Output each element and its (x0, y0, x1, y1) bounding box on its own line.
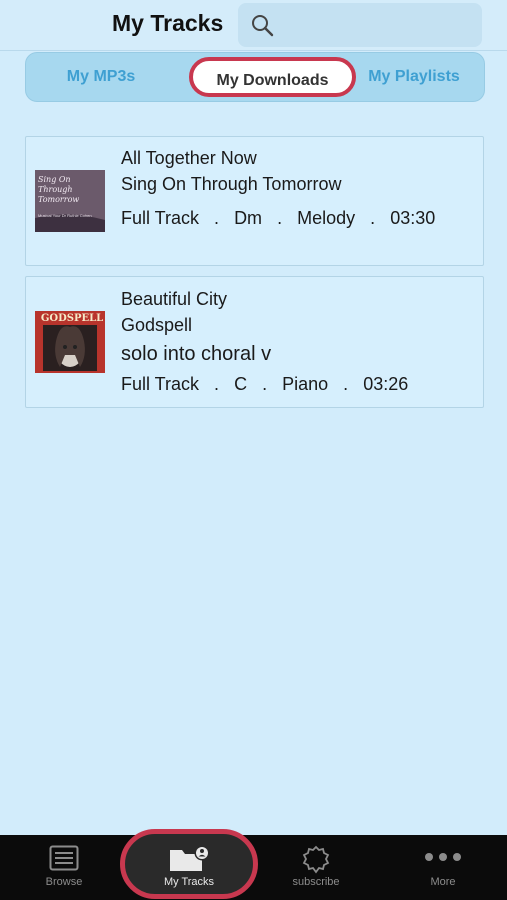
track-instrument: Piano (282, 374, 329, 394)
tab-my-playlists[interactable]: My Playlists (344, 53, 484, 101)
track-duration: 03:26 (363, 374, 409, 394)
meta-separator: . (370, 208, 376, 228)
track-meta: Full Track . C . Piano . 03:26 (121, 374, 408, 395)
track-meta: Full Track . Dm . Melody . 03:30 (121, 208, 435, 229)
meta-separator: . (343, 374, 349, 394)
meta-separator: . (262, 374, 268, 394)
tab-more[interactable]: More (380, 835, 506, 900)
album-art-subtitle: Musical Your Dr Ruthie Cohen (38, 213, 92, 218)
track-type: Full Track (121, 374, 200, 394)
track-key: Dm (234, 208, 263, 228)
more-dots-icon (425, 853, 461, 861)
album-art-title: Sing On Through Tomorrow (38, 175, 80, 204)
track-album: Sing On Through Tomorrow (121, 174, 342, 194)
browse-icon (49, 845, 79, 871)
tab-label: My Tracks (163, 876, 215, 888)
album-art-title: GODSPELL (40, 313, 104, 324)
meta-separator: . (277, 208, 283, 228)
search-button[interactable] (238, 3, 482, 47)
track-note: solo into choral v (121, 343, 272, 365)
tab-label: Browse (45, 876, 83, 888)
subscribe-badge-icon (302, 845, 330, 874)
tab-subscribe[interactable]: subscribe (253, 835, 379, 900)
meta-separator: . (214, 374, 220, 394)
header: My Tracks (0, 0, 507, 51)
meta-separator: . (214, 208, 220, 228)
track-duration: 03:30 (390, 208, 436, 228)
tab-my-tracks[interactable]: My Tracks (126, 835, 252, 900)
page-title: My Tracks (112, 10, 224, 36)
track-title: All Together Now (121, 148, 257, 168)
track-album: Godspell (121, 315, 193, 335)
track-key: C (234, 374, 248, 394)
track-title: Beautiful City (121, 289, 228, 309)
tab-browse[interactable]: Browse (1, 835, 127, 900)
folder-user-icon (170, 845, 210, 871)
search-icon (252, 15, 274, 37)
track-type: Full Track (121, 208, 200, 228)
tab-label: More (430, 876, 456, 888)
track-card[interactable]: GODSPELL Beautiful City Godspell solo in… (25, 276, 484, 408)
tab-my-downloads[interactable]: My Downloads (189, 57, 356, 97)
track-card[interactable]: Sing On Through Tomorrow Musical Your Dr… (25, 136, 484, 266)
tab-label: subscribe (292, 876, 340, 888)
tab-my-mp3s[interactable]: My MP3s (26, 53, 176, 101)
segmented-control: My MP3s My Downloads My Playlists (25, 52, 485, 102)
track-instrument: Melody (297, 208, 356, 228)
